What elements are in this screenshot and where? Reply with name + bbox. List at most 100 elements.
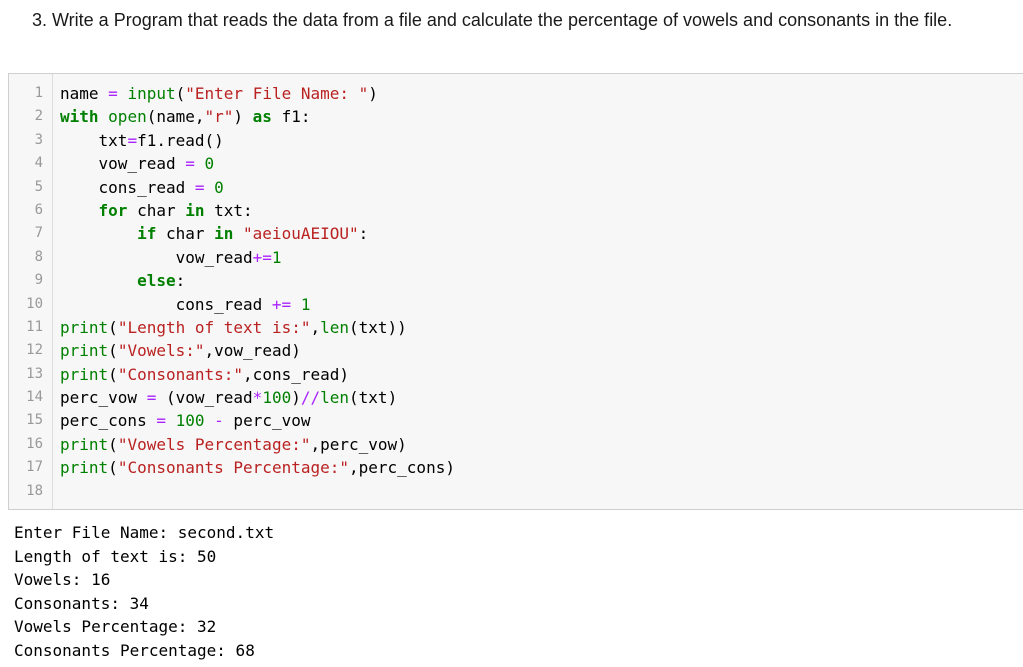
code-token: perc_cons bbox=[60, 411, 157, 431]
code-token: char bbox=[156, 224, 215, 244]
code-token: = bbox=[194, 177, 205, 197]
code-token: else bbox=[137, 271, 176, 291]
line-number: 16 bbox=[26, 435, 43, 452]
code-token: (txt)) bbox=[349, 317, 407, 337]
line-number: 11 bbox=[26, 318, 43, 335]
line-numbers: 1 2 3 4 5 6 7 8 9 10 11 12 13 14 15 16 17 18 bbox=[9, 82, 43, 503]
code-token: 1 bbox=[271, 247, 282, 267]
code-token: print bbox=[60, 434, 109, 454]
code-token: open bbox=[108, 107, 147, 127]
code-line[interactable]: cons_read = 0 bbox=[60, 176, 455, 199]
code-line[interactable]: print("Consonants:",cons_read) bbox=[60, 363, 455, 386]
code-line[interactable]: for char in txt: bbox=[60, 199, 455, 222]
line-number: 3 bbox=[34, 131, 43, 148]
code-line[interactable]: txt=f1.read() bbox=[60, 129, 455, 152]
line-number: 14 bbox=[26, 389, 43, 406]
code-token: "Consonants:" bbox=[117, 364, 244, 384]
code-token: 1 bbox=[300, 294, 311, 314]
code-token: 100 bbox=[175, 411, 205, 431]
line-number: 12 bbox=[26, 342, 43, 359]
line-number: 4 bbox=[34, 155, 43, 172]
code-token: ( bbox=[108, 458, 118, 478]
code-token: = bbox=[127, 130, 138, 150]
code-token: len bbox=[320, 317, 350, 337]
code-token: - bbox=[214, 411, 224, 431]
code-token: ,perc_cons) bbox=[349, 458, 455, 478]
code-token: ) bbox=[233, 107, 253, 127]
code-token: , bbox=[310, 317, 321, 337]
code-line[interactable]: name = input("Enter File Name: ") bbox=[60, 82, 455, 105]
code-line[interactable]: vow_read = 0 bbox=[60, 152, 455, 175]
code-token: = bbox=[185, 154, 195, 174]
code-line[interactable]: print("Consonants Percentage:",perc_cons… bbox=[60, 456, 455, 479]
code-line[interactable]: print("Vowels Percentage:",perc_vow) bbox=[60, 433, 455, 456]
line-number: 1 bbox=[34, 85, 43, 101]
code-token: 0 bbox=[214, 177, 224, 197]
code-token: if bbox=[137, 224, 157, 244]
code-token: "Consonants Percentage:" bbox=[117, 458, 349, 478]
code-token: = bbox=[108, 84, 118, 103]
code-token: cons_read bbox=[60, 177, 195, 197]
line-number: 18 bbox=[26, 482, 43, 499]
code-token: "r" bbox=[204, 107, 234, 127]
code-token: ,perc_vow) bbox=[310, 434, 407, 454]
code-cell[interactable]: 1 2 3 4 5 6 7 8 9 10 11 12 13 14 15 16 17 18 name = input… bbox=[8, 73, 1023, 510]
line-number: 9 bbox=[34, 272, 43, 289]
code-line[interactable]: vow_read+=1 bbox=[60, 246, 455, 269]
code-token: name bbox=[60, 84, 109, 103]
code-line[interactable]: if char in "aeiouAEIOU": bbox=[60, 222, 455, 245]
code-token: 0 bbox=[204, 154, 215, 174]
code-token: txt: bbox=[204, 200, 253, 220]
output-line: Consonants Percentage: 68 bbox=[14, 640, 255, 660]
code-token: ,cons_read) bbox=[243, 364, 350, 384]
code-token: perc_vow bbox=[60, 388, 147, 408]
code-token: in bbox=[185, 200, 205, 220]
code-token: char bbox=[127, 200, 186, 220]
code-line[interactable]: with open(name,"r") as f1: bbox=[60, 105, 455, 128]
code-token: vow_read bbox=[60, 247, 253, 267]
code-token: ( bbox=[108, 341, 118, 361]
code-token: txt bbox=[60, 130, 128, 150]
code-token: = bbox=[146, 388, 157, 408]
line-number: 2 bbox=[34, 108, 43, 125]
code-token: print bbox=[60, 458, 109, 478]
code-token: with bbox=[60, 107, 99, 127]
code-line[interactable]: print("Vowels:",vow_read) bbox=[60, 339, 455, 362]
code-token: = bbox=[156, 411, 166, 431]
code-token: += bbox=[271, 294, 292, 314]
code-token: ) bbox=[368, 84, 378, 103]
code-token: len bbox=[320, 388, 350, 408]
code-line[interactable]: else: bbox=[60, 269, 455, 292]
code-line[interactable]: print("Length of text is:",len(txt)) bbox=[60, 316, 455, 339]
code-token: "Vowels:" bbox=[117, 341, 205, 361]
code-token: for bbox=[98, 200, 128, 220]
line-number: 17 bbox=[26, 459, 43, 476]
output-line: Length of text is: 50 bbox=[14, 546, 217, 566]
output-line: Vowels: 16 bbox=[14, 570, 111, 589]
code-token: ( bbox=[108, 317, 118, 337]
code-editor[interactable]: name = input("Enter File Name: ") with op… bbox=[60, 82, 455, 503]
line-number: 13 bbox=[26, 365, 43, 382]
code-line[interactable]: perc_vow = (vow_read*100)//len(txt) bbox=[60, 386, 455, 409]
code-token: "aeiouAEIOU" bbox=[243, 224, 359, 244]
code-token: ( bbox=[175, 84, 186, 103]
code-line[interactable] bbox=[60, 480, 455, 503]
code-line[interactable]: cons_read += 1 bbox=[60, 293, 455, 316]
code-token: (txt) bbox=[349, 388, 398, 408]
code-token: += bbox=[252, 247, 272, 267]
code-token: vow_read bbox=[60, 154, 186, 174]
code-token: * bbox=[252, 388, 263, 408]
line-number: 6 bbox=[34, 201, 43, 218]
code-line[interactable]: perc_cons = 100 - perc_vow bbox=[60, 409, 455, 432]
code-token: (name, bbox=[146, 107, 205, 127]
code-token: ( bbox=[108, 364, 118, 384]
line-number: 15 bbox=[26, 412, 43, 429]
